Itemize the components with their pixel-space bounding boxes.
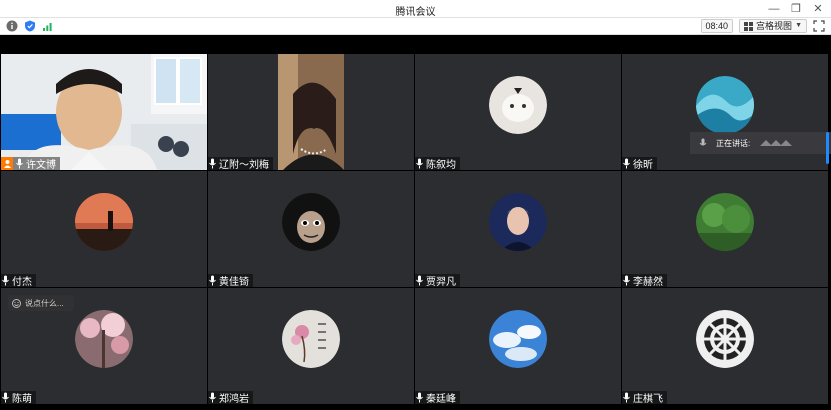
participant-name-tag: 李赫然 xyxy=(622,274,667,288)
avatar xyxy=(696,76,754,134)
info-icon[interactable] xyxy=(6,20,18,32)
microphone-icon xyxy=(209,275,216,286)
participant-name: 郑鸿岩 xyxy=(219,394,249,405)
microphone-icon xyxy=(416,275,423,286)
microphone-icon xyxy=(16,158,23,169)
participant-name: 辽附～刘梅 xyxy=(219,160,269,171)
participant-tile[interactable]: 贾羿凡 xyxy=(415,171,621,288)
microphone-icon xyxy=(2,275,9,286)
participant-name-tag: 徐昕 xyxy=(622,157,657,171)
participant-name-tag: 陈叙均 xyxy=(415,157,460,171)
emoji-icon[interactable] xyxy=(12,298,21,308)
participant-name: 黄佳锜 xyxy=(219,277,249,288)
avatar xyxy=(282,193,340,251)
participant-name-tag: 庄棋飞 xyxy=(622,391,667,405)
participant-name-tag: 陈萌 xyxy=(1,391,36,405)
window-title: 腾讯会议 xyxy=(395,7,436,18)
participant-name-tag: 郑鸿岩 xyxy=(208,391,253,405)
meeting-toolbar: 08:40 宫格视图 ▼ xyxy=(0,18,831,35)
chat-placeholder: 说点什么... xyxy=(25,298,64,308)
participant-tile[interactable]: 郑鸿岩 xyxy=(208,288,414,405)
avatar xyxy=(75,193,133,251)
participant-tile[interactable]: 付杰 xyxy=(1,171,207,288)
participant-grid: 许文博 辽附～刘梅 陈叙均 徐昕 付杰 黄佳锜 贾羿凡 李赫然 陈萌 郑鸿岩 秦… xyxy=(0,54,831,406)
avatar xyxy=(696,310,754,368)
participant-tile[interactable]: 庄棋飞 xyxy=(622,288,828,405)
avatar xyxy=(489,76,547,134)
avatar xyxy=(696,193,754,251)
participant-name: 陈萌 xyxy=(12,394,32,405)
avatar xyxy=(282,310,340,368)
chevron-down-icon: ▼ xyxy=(795,22,802,29)
participant-name: 贾羿凡 xyxy=(426,277,456,288)
microphone-icon xyxy=(416,158,423,169)
participant-tile[interactable]: 李赫然 xyxy=(622,171,828,288)
microphone-icon xyxy=(416,392,423,403)
participant-tile[interactable]: 陈叙均 xyxy=(415,54,621,171)
participant-name-tag: 贾羿凡 xyxy=(415,274,460,288)
video-feed xyxy=(208,54,414,170)
microphone-icon xyxy=(623,392,630,403)
restore-icon[interactable]: ❐ xyxy=(789,2,803,16)
participant-tile[interactable]: 许文博 xyxy=(1,54,207,171)
participant-name: 李赫然 xyxy=(633,277,663,288)
participant-name: 徐昕 xyxy=(633,160,653,171)
microphone-icon xyxy=(623,158,630,169)
minimize-icon[interactable]: — xyxy=(767,2,781,16)
microphone-icon xyxy=(2,392,9,403)
participant-tile[interactable]: 辽附～刘梅 xyxy=(208,54,414,171)
participant-name-tag: 辽附～刘梅 xyxy=(208,157,273,171)
microphone-icon xyxy=(623,275,630,286)
participant-name-tag: 许文博 xyxy=(1,157,60,171)
grid-view-icon xyxy=(744,21,754,31)
participant-name: 付杰 xyxy=(12,277,32,288)
network-signal-icon[interactable] xyxy=(42,20,54,32)
participant-name: 陈叙均 xyxy=(426,160,456,171)
speaking-indicator[interactable]: 正在讲话: xyxy=(690,132,831,154)
avatar xyxy=(75,310,133,368)
speaking-label: 正在讲话: xyxy=(716,138,751,148)
speaker-avatars-icon xyxy=(760,140,793,146)
fullscreen-icon[interactable] xyxy=(813,20,825,32)
participant-name-tag: 付杰 xyxy=(1,274,36,288)
video-feed xyxy=(1,54,207,170)
participant-name: 秦廷峰 xyxy=(426,394,456,405)
participant-name-tag: 秦廷峰 xyxy=(415,391,460,405)
microphone-icon xyxy=(209,392,216,403)
participant-tile[interactable]: 秦廷峰 xyxy=(415,288,621,405)
security-shield-icon[interactable] xyxy=(24,20,36,32)
host-badge-icon xyxy=(1,157,13,170)
title-bar: 腾讯会议 — ❐ ✕ xyxy=(0,0,831,18)
participant-tile[interactable]: 黄佳锜 xyxy=(208,171,414,288)
chat-input[interactable]: 说点什么... xyxy=(8,295,74,311)
participant-name: 许文博 xyxy=(26,160,56,171)
participant-name: 庄棋飞 xyxy=(633,394,663,405)
meeting-clock: 08:40 xyxy=(700,19,734,33)
volume-indicator xyxy=(826,132,829,164)
close-icon[interactable]: ✕ xyxy=(811,2,825,16)
view-mode-button[interactable]: 宫格视图 ▼ xyxy=(739,19,807,33)
participant-name-tag: 黄佳锜 xyxy=(208,274,253,288)
microphone-icon xyxy=(209,158,216,169)
speaking-mic-icon xyxy=(699,138,707,145)
avatar xyxy=(489,310,547,368)
avatar xyxy=(489,193,547,251)
view-mode-label: 宫格视图 xyxy=(756,21,793,31)
